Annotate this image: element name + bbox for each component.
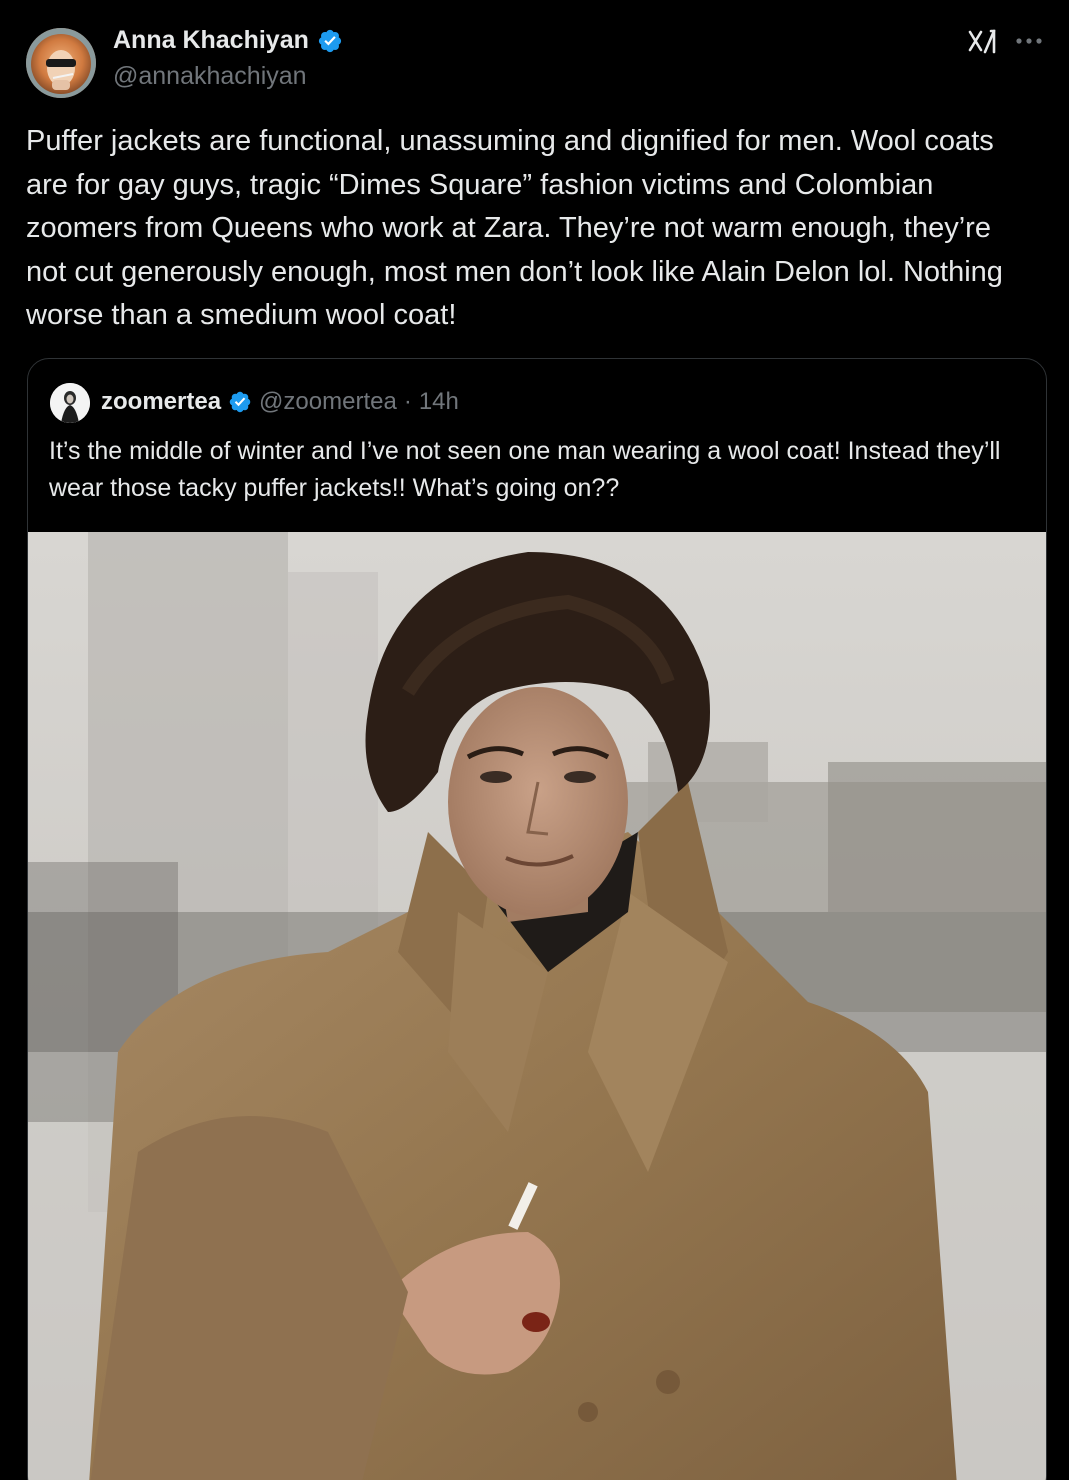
more-options-icon[interactable]	[1013, 26, 1045, 56]
quoted-tweet-photo[interactable]	[28, 532, 1046, 1480]
author-avatar[interactable]	[26, 28, 96, 98]
quoted-separator: ·	[403, 388, 412, 415]
verified-badge-icon[interactable]	[317, 28, 343, 54]
quoted-author-avatar[interactable]	[50, 383, 90, 423]
grok-icon[interactable]	[966, 26, 998, 58]
quoted-header: zoomertea @zoomertea · 14h	[101, 385, 459, 419]
quoted-author-handle[interactable]: @zoomertea	[259, 385, 397, 419]
quoted-timestamp[interactable]: 14h	[419, 385, 459, 419]
quoted-author-name[interactable]: zoomertea	[101, 385, 221, 419]
tweet-text: Puffer jackets are functional, unassumin…	[26, 125, 1011, 331]
quoted-tweet-text: It’s the middle of winter and I’ve not s…	[49, 437, 1008, 502]
author-handle[interactable]: @annakhachiyan	[113, 62, 307, 91]
author-name[interactable]: Anna Khachiyan	[113, 26, 309, 55]
tweet: Anna Khachiyan @annakhachiyan Puffer jac…	[0, 0, 1069, 1480]
author-name-row[interactable]: Anna Khachiyan	[113, 26, 343, 55]
quoted-verified-badge-icon[interactable]	[228, 390, 252, 414]
quoted-tweet-card[interactable]: zoomertea @zoomertea · 14h It’s the midd…	[27, 358, 1047, 1480]
